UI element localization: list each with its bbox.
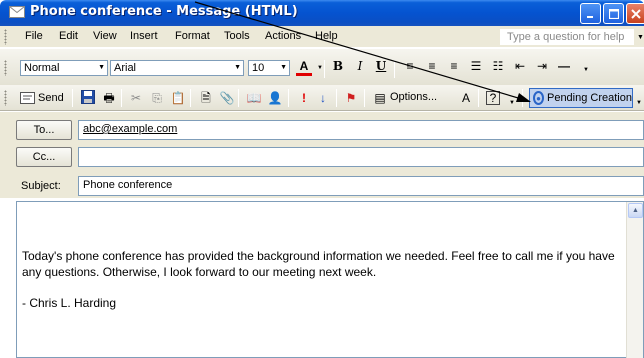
message-window: Phone conference - Message (HTML) File E… [0,0,644,358]
annotation-pointer [194,1,531,102]
pointer-arrowhead-icon [516,93,531,102]
